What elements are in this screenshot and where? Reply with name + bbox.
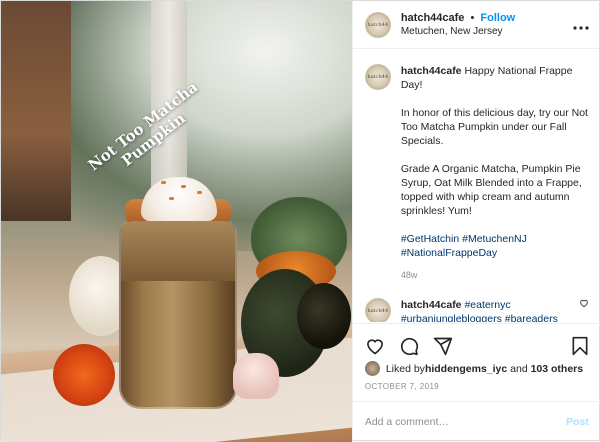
comment-row: hatch44 hatch44cafe #eaternyc #urbanjung…	[364, 298, 589, 322]
comment-like-heart-icon[interactable]	[579, 298, 589, 322]
heart-icon[interactable]	[365, 336, 385, 356]
avatar[interactable]: hatch44	[364, 64, 391, 90]
caption-paragraph-2: In honor of this delicious day, try our …	[400, 107, 588, 147]
likes-count-link[interactable]: 103 others	[531, 363, 584, 375]
comments-list[interactable]: hatch44 hatch44cafe Happy National Frapp…	[353, 50, 600, 322]
post-photo[interactable]: Not Too Matcha Pumpkin	[1, 1, 352, 442]
caption-age[interactable]: 48w	[401, 268, 589, 282]
avatar[interactable]: hatch44	[364, 11, 391, 38]
header-username[interactable]: hatch44cafe	[401, 12, 465, 24]
likes-user-link[interactable]: hiddengems_iyc	[425, 363, 507, 375]
post-date[interactable]: OCTOBER 7, 2019	[365, 382, 439, 391]
caption-hashtags[interactable]: #GetHatchin #MetuchenNJ #NationalFrappeD…	[401, 232, 589, 260]
avatar-logo-text: hatch44	[367, 308, 389, 314]
caption-paragraph-3: Grade A Organic Matcha, Pumpkin Pie Syru…	[400, 163, 582, 217]
likes-line: Liked by hiddengems_iyc and 103 others	[364, 361, 584, 376]
likes-middle: and	[507, 362, 531, 375]
post-header: hatch44 hatch44cafe • Follow Metuchen, N…	[352, 1, 599, 49]
post-comment-button[interactable]: Post	[566, 416, 589, 428]
separator-dot: •	[470, 12, 475, 24]
comment-text: hatch44cafe #eaternyc #urbanjungleblogge…	[401, 298, 561, 322]
post-sidebar: hatch44 hatch44cafe • Follow Metuchen, N…	[351, 1, 600, 442]
sprinkle	[161, 181, 166, 184]
marigold-flower	[53, 344, 115, 406]
comment-input[interactable]	[364, 416, 567, 428]
comment-username[interactable]: hatch44cafe	[401, 299, 462, 311]
header-title-row: hatch44cafe • Follow	[401, 12, 573, 24]
sprinkle	[169, 197, 174, 200]
caption-username[interactable]: hatch44cafe	[401, 65, 462, 77]
caption-text: hatch44cafe Happy National Frappe Day! I…	[401, 64, 589, 298]
share-icon[interactable]	[433, 336, 453, 356]
liker-avatar[interactable]	[364, 361, 380, 376]
brick-wall	[1, 1, 71, 221]
header-meta: hatch44cafe • Follow Metuchen, New Jerse…	[401, 12, 573, 37]
instagram-post: Not Too Matcha Pumpkin hatch44 hatch44ca…	[0, 0, 600, 442]
sprinkle	[197, 191, 202, 194]
frappe-jar	[119, 199, 237, 409]
jar-foam	[121, 221, 235, 281]
location-link[interactable]: Metuchen, New Jersey	[401, 26, 573, 37]
avatar[interactable]: hatch44	[364, 298, 391, 322]
bookmark-icon[interactable]	[571, 336, 589, 356]
more-horizontal-icon[interactable]	[573, 17, 589, 33]
avatar-logo-text: hatch44	[367, 21, 389, 28]
likes-prefix: Liked by	[385, 362, 425, 375]
sprinkle	[181, 185, 186, 188]
comment-icon[interactable]	[399, 336, 419, 356]
quartz-figurine	[233, 353, 279, 399]
avatar-logo-text: hatch44	[367, 74, 389, 80]
follow-button[interactable]: Follow	[480, 12, 515, 24]
caption-row: hatch44 hatch44cafe Happy National Frapp…	[364, 64, 589, 298]
add-comment-bar: Post	[352, 401, 600, 442]
dark-gourd	[297, 283, 351, 349]
